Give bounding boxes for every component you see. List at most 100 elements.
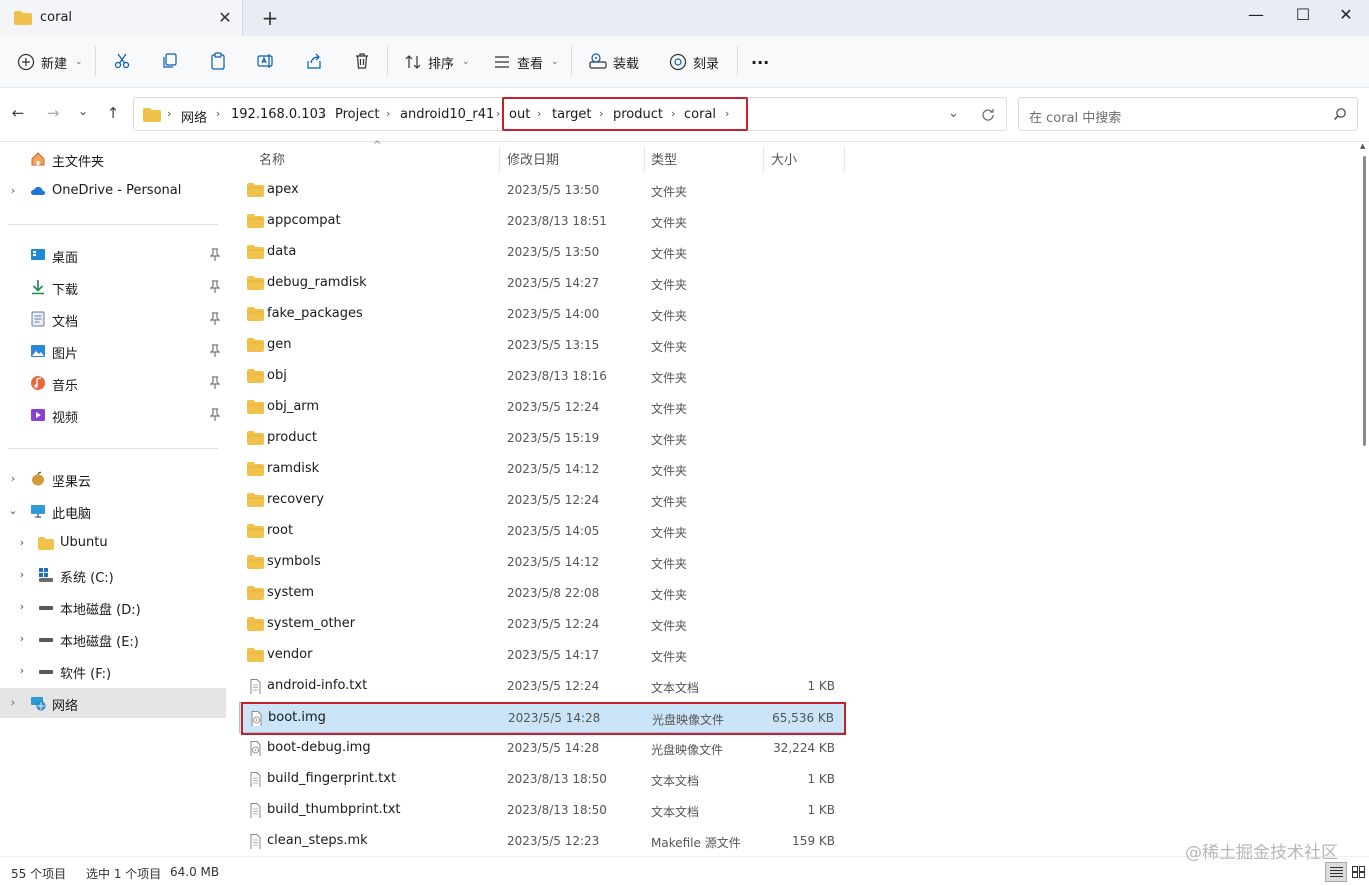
desktop-icon <box>31 249 45 260</box>
file-row[interactable]: clean_steps.mk 2023/5/5 12:23 Makefile 源文件… <box>239 826 845 857</box>
file-name: symbols <box>267 554 321 569</box>
toolbar-divider <box>571 46 572 76</box>
file-row[interactable]: data 2023/5/5 13:50 文件夹 <box>239 237 845 268</box>
column-divider[interactable] <box>499 146 500 172</box>
text-file-icon <box>250 679 261 694</box>
file-row[interactable]: system 2023/5/8 22:08 文件夹 <box>239 578 845 609</box>
column-divider[interactable] <box>763 146 764 172</box>
column-header-type[interactable]: 类型 <box>651 149 677 168</box>
sidebar-item-drive-f[interactable]: › 软件 (F:) <box>0 656 226 686</box>
tab-coral[interactable]: coral ✕ <box>0 0 243 36</box>
file-row[interactable]: appcompat 2023/8/13 18:51 文件夹 <box>239 206 845 237</box>
vertical-scrollbar[interactable]: ▲ <box>1360 142 1369 856</box>
file-row[interactable]: build_fingerprint.txt 2023/8/13 18:50 文本文档… <box>239 764 845 795</box>
forward-arrow-icon[interactable]: → <box>43 104 63 124</box>
collapse-chevron-icon[interactable]: ⌄ <box>7 504 19 517</box>
file-type: Makefile 源文件 <box>651 836 741 850</box>
close-tab-icon[interactable]: ✕ <box>216 8 234 27</box>
new-tab-button[interactable]: + <box>260 6 280 30</box>
watermark-text: @稀土掘金技术社区 <box>1185 843 1338 863</box>
sidebar-item-pictures[interactable]: 图片 <box>0 336 226 366</box>
column-divider[interactable] <box>844 146 845 172</box>
sidebar-item-desktop[interactable]: 桌面 <box>0 240 226 270</box>
sidebar-item-this-pc[interactable]: ⌄ 此电脑 <box>0 496 226 526</box>
file-modified-date: 2023/5/5 14:05 <box>507 524 600 538</box>
mount-button[interactable]: 装载 <box>589 50 639 74</box>
maximize-button[interactable]: ☐ <box>1280 0 1326 32</box>
sort-button[interactable]: 排序 ⌄ <box>404 50 470 74</box>
column-header-name[interactable]: 名称 <box>259 149 285 168</box>
sidebar-item-jianguoyun[interactable]: › 坚果云 <box>0 464 226 494</box>
up-arrow-icon[interactable]: ↑ <box>103 104 123 124</box>
cut-icon[interactable] <box>113 52 131 70</box>
file-row[interactable]: apex 2023/5/5 13:50 文件夹 <box>239 175 845 206</box>
scroll-up-arrow-icon[interactable]: ▲ <box>1360 142 1365 150</box>
search-input[interactable]: 在 coral 中搜索 <box>1029 107 1121 126</box>
expand-chevron-icon[interactable]: › <box>16 568 28 581</box>
breadcrumb-project[interactable]: Project <box>335 107 379 122</box>
sidebar-item-documents[interactable]: 文档 <box>0 304 226 334</box>
new-button[interactable]: 新建 ⌄ <box>17 50 83 74</box>
address-history-chevron-icon[interactable]: ⌄ <box>948 106 959 121</box>
file-row[interactable]: boot-debug.img 2023/5/5 14:28 光盘映像文件 32,224… <box>239 733 845 764</box>
sidebar-item-onedrive[interactable]: › OneDrive - Personal <box>0 176 226 206</box>
file-row[interactable]: debug_ramdisk 2023/5/5 14:27 文件夹 <box>239 268 845 299</box>
close-window-button[interactable]: ✕ <box>1323 0 1369 32</box>
share-icon[interactable] <box>305 52 323 70</box>
back-arrow-icon[interactable]: ← <box>8 104 28 124</box>
file-row[interactable]: vendor 2023/5/5 14:17 文件夹 <box>239 640 845 671</box>
file-row[interactable]: build_thumbprint.txt 2023/8/13 18:50 文本文档 1… <box>239 795 845 826</box>
sidebar-item-videos[interactable]: 视频 <box>0 400 226 430</box>
column-divider[interactable] <box>644 146 645 172</box>
file-row[interactable]: recovery 2023/5/5 12:24 文件夹 <box>239 485 845 516</box>
file-row[interactable]: android-info.txt 2023/5/5 12:24 文本文档 1 KB <box>239 671 845 702</box>
refresh-icon[interactable] <box>981 108 995 122</box>
sidebar-item-drive-c[interactable]: › 系统 (C:) <box>0 560 226 590</box>
file-row[interactable]: obj_arm 2023/5/5 12:24 文件夹 <box>239 392 845 423</box>
sidebar-item-ubuntu[interactable]: › Ubuntu <box>0 528 226 558</box>
file-row[interactable]: root 2023/5/5 14:05 文件夹 <box>239 516 845 547</box>
expand-chevron-icon[interactable]: › <box>7 696 19 709</box>
expand-chevron-icon[interactable]: › <box>16 664 28 677</box>
file-row[interactable]: obj 2023/8/13 18:16 文件夹 <box>239 361 845 392</box>
burn-button[interactable]: 刻录 <box>669 50 719 74</box>
expand-chevron-icon[interactable]: › <box>16 600 28 613</box>
delete-icon[interactable] <box>353 52 371 70</box>
view-button[interactable]: 查看 ⌄ <box>493 50 559 74</box>
breadcrumb-network[interactable]: 网络 <box>181 107 207 126</box>
minimize-button[interactable]: — <box>1233 0 1279 32</box>
expand-chevron-icon[interactable]: › <box>7 184 19 197</box>
expand-chevron-icon[interactable]: › <box>7 472 19 485</box>
tiles-view-button[interactable] <box>1348 862 1369 882</box>
breadcrumb-host[interactable]: 192.168.0.103 <box>231 107 326 122</box>
more-options-button[interactable]: ··· <box>751 50 769 74</box>
sidebar-item-downloads[interactable]: 下载 <box>0 272 226 302</box>
column-header-modified[interactable]: 修改日期 <box>507 149 559 168</box>
recent-locations-chevron-icon[interactable]: ⌄ <box>73 104 93 124</box>
scroll-thumb[interactable] <box>1363 156 1366 446</box>
search-box[interactable]: 在 coral 中搜索 <box>1018 97 1358 131</box>
sidebar-item-home[interactable]: 主文件夹 <box>0 144 226 174</box>
file-row[interactable]: ramdisk 2023/5/5 14:12 文件夹 <box>239 454 845 485</box>
sidebar-item-drive-d[interactable]: › 本地磁盘 (D:) <box>0 592 226 622</box>
copy-icon[interactable] <box>161 52 179 70</box>
sidebar-item-network[interactable]: › 网络 <box>0 688 226 718</box>
expand-chevron-icon[interactable]: › <box>16 536 28 549</box>
sidebar-item-music[interactable]: 音乐 <box>0 368 226 398</box>
file-row[interactable]: symbols 2023/5/5 14:12 文件夹 <box>239 547 845 578</box>
file-name: debug_ramdisk <box>267 275 367 290</box>
expand-chevron-icon[interactable]: › <box>16 632 28 645</box>
breadcrumb-android10-r41[interactable]: android10_r41 <box>400 107 494 122</box>
file-row[interactable]: product 2023/5/5 15:19 文件夹 <box>239 423 845 454</box>
column-header-size[interactable]: 大小 <box>771 149 797 168</box>
rename-icon[interactable] <box>257 52 275 70</box>
file-row[interactable]: gen 2023/5/5 13:15 文件夹 <box>239 330 845 361</box>
sidebar-item-drive-e[interactable]: › 本地磁盘 (E:) <box>0 624 226 654</box>
sidebar-item-label: 坚果云 <box>52 475 92 490</box>
chevron-down-icon: ⌄ <box>75 57 83 67</box>
paste-icon[interactable] <box>209 52 227 70</box>
file-row[interactable]: system_other 2023/5/5 12:24 文件夹 <box>239 609 845 640</box>
details-view-button[interactable] <box>1325 862 1347 882</box>
file-row[interactable]: fake_packages 2023/5/5 14:00 文件夹 <box>239 299 845 330</box>
file-modified-date: 2023/5/5 14:27 <box>507 276 600 290</box>
